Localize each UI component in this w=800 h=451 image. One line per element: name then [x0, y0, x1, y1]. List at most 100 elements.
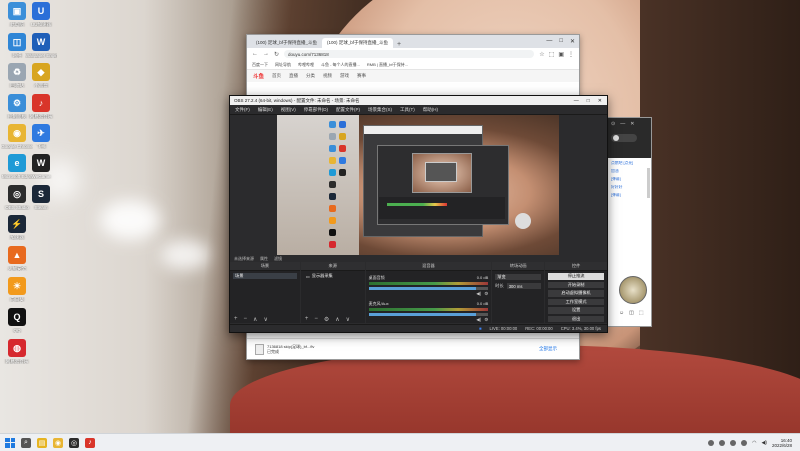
minimize-button[interactable]: —: [546, 38, 552, 45]
bookmark-item[interactable]: 百度一下: [252, 62, 268, 68]
tray-icon[interactable]: [719, 439, 726, 446]
close-button[interactable]: ✕: [570, 38, 575, 45]
download-item[interactable]: 7136818 skip(足球)_bf...flv 已完成: [247, 343, 314, 355]
menu-tools[interactable]: 工具(T): [400, 107, 415, 113]
menu-view[interactable]: 视图(V): [281, 107, 296, 113]
desktop-icon[interactable]: U UU加速器: [25, 2, 57, 27]
move-up-button[interactable]: ∧: [335, 316, 339, 323]
stop-streaming-button[interactable]: 停止推流: [548, 273, 604, 280]
site-nav-item[interactable]: 首页: [272, 73, 281, 79]
bookmark-item[interactable]: 斗鱼 - 每个人的直播...: [321, 62, 360, 68]
site-nav-item[interactable]: 赛事: [357, 73, 366, 79]
studio-mode-button[interactable]: 工作室模式: [548, 298, 604, 305]
more-icon[interactable]: ⬚: [639, 310, 644, 316]
bookmark-item[interactable]: 哔哩哔哩: [298, 62, 314, 68]
volume-slider[interactable]: [368, 287, 489, 290]
bookmark-item[interactable]: RMB | 直播_bf于保持...: [367, 62, 408, 68]
site-logo[interactable]: 斗鱼: [253, 72, 264, 80]
settings-button[interactable]: 设置: [548, 307, 604, 314]
forward-icon[interactable]: →: [263, 51, 269, 57]
volume-icon[interactable]: ◀): [761, 440, 767, 446]
close-icon[interactable]: ✕: [630, 121, 634, 127]
menu-help[interactable]: 帮助(H): [423, 107, 438, 113]
desktop-icon[interactable]: Q QQ: [1, 308, 33, 333]
desktop-icon[interactable]: ◍ 网易云音乐: [1, 339, 33, 364]
desktop-icon[interactable]: W Wallpaper Engine: [25, 33, 57, 58]
close-button[interactable]: ✕: [598, 98, 602, 104]
add-scene-button[interactable]: +: [234, 316, 238, 322]
emoji-icon[interactable]: ☺: [619, 310, 624, 316]
obs-window[interactable]: OBS 27.2.4 (64-bit, windows) - 配置文件: 未命名…: [229, 95, 608, 333]
tray-icon[interactable]: [708, 439, 715, 446]
desktop-icon[interactable]: ♪ 网易云音乐: [25, 94, 57, 119]
file-explorer-icon[interactable]: ▤: [37, 437, 47, 448]
new-tab-button[interactable]: +: [393, 41, 405, 48]
search-icon[interactable]: ⌕: [21, 437, 31, 448]
desktop-icon[interactable]: W WeGame: [25, 154, 57, 179]
menu-icon[interactable]: ⋮: [568, 51, 574, 58]
desktop-icon[interactable]: ⚡ 加速器: [1, 215, 33, 240]
chat-scrollbar[interactable]: [647, 168, 650, 198]
remove-source-button[interactable]: −: [314, 316, 318, 322]
speaker-icon[interactable]: ◀): [476, 291, 481, 297]
add-source-button[interactable]: +: [305, 316, 309, 322]
site-nav-item[interactable]: 直播: [289, 73, 298, 79]
speaker-icon[interactable]: ◀): [476, 317, 481, 323]
maximize-button[interactable]: □: [587, 98, 590, 104]
taskbar-clock[interactable]: 16:40 2022/6/28: [772, 438, 792, 448]
menu-file[interactable]: 文件(F): [235, 107, 250, 113]
transition-select[interactable]: 渐变: [495, 274, 542, 280]
address-bar[interactable]: douyu.com/7136818: [284, 50, 535, 58]
minimize-button[interactable]: —: [574, 98, 579, 104]
volume-slider[interactable]: [368, 313, 489, 316]
menu-scene-collection[interactable]: 场景集合(S): [368, 107, 392, 113]
start-virtual-camera-button[interactable]: 启动虚拟摄像机: [548, 290, 604, 297]
chat-window[interactable]: ⊙ — ✕ 点燃吧 [点亮] 加油 [弹幕] 好好好 [弹幕] ☺ ◫ ⬚: [606, 117, 652, 327]
site-nav-item[interactable]: 分类: [306, 73, 315, 79]
source-item[interactable]: ▭ 显示器采集: [304, 273, 362, 279]
bookmark-star-icon[interactable]: ☆: [539, 51, 544, 58]
maximize-button[interactable]: □: [559, 38, 563, 45]
gear-icon[interactable]: ⚙: [484, 317, 488, 323]
back-icon[interactable]: ←: [252, 51, 258, 57]
bookmark-item[interactable]: 网址导航: [275, 62, 291, 68]
start-recording-button[interactable]: 开始录制: [548, 281, 604, 288]
menu-profile[interactable]: 配置文件(P): [336, 107, 360, 113]
desktop-icon[interactable]: ☀ 向日葵: [1, 277, 33, 302]
reload-icon[interactable]: ↻: [274, 51, 279, 58]
desktop-icon[interactable]: ◆ 小黑盒: [25, 63, 57, 88]
source-settings-icon[interactable]: ⚙: [324, 316, 329, 323]
netease-icon[interactable]: ♪: [85, 437, 95, 448]
scene-item[interactable]: 场景: [233, 273, 297, 279]
extensions-icon[interactable]: ⬚: [549, 51, 555, 58]
remove-scene-button[interactable]: −: [244, 316, 248, 322]
desktop-icon[interactable]: S Steam: [25, 185, 57, 210]
move-down-button[interactable]: ∨: [263, 316, 267, 323]
move-down-button[interactable]: ∨: [346, 316, 350, 323]
start-button[interactable]: [5, 437, 15, 448]
obs-icon[interactable]: ◎: [69, 437, 79, 448]
desktop-icon[interactable]: ▲ 火绒安全: [1, 246, 33, 271]
chat-toggle[interactable]: [611, 134, 637, 142]
site-nav-item[interactable]: 视频: [323, 73, 332, 79]
browser-tab[interactable]: (100) 足球_bf于保持直播_斗鱼: [251, 38, 322, 48]
menu-edit[interactable]: 编辑(E): [258, 107, 273, 113]
exit-button[interactable]: 退出: [548, 315, 604, 322]
site-nav-item[interactable]: 游戏: [340, 73, 349, 79]
minimize-icon[interactable]: —: [620, 121, 625, 127]
menu-docks[interactable]: 停靠部件(D): [304, 107, 328, 113]
gear-icon[interactable]: ⚙: [484, 291, 488, 297]
chrome-icon[interactable]: ◉: [53, 437, 63, 448]
desktop-icon[interactable]: ✈ 飞书: [25, 124, 57, 149]
show-all-downloads-link[interactable]: 全部显示: [539, 346, 557, 352]
duration-input[interactable]: 300 ms: [506, 283, 542, 289]
pin-icon[interactable]: ⊙: [611, 121, 615, 127]
tray-icon[interactable]: [730, 439, 737, 446]
gift-icon[interactable]: ◫: [629, 310, 634, 316]
browser-tab-active[interactable]: (100) 足球_bf于保持直播_斗鱼: [322, 38, 394, 48]
tray-icon[interactable]: [741, 439, 748, 446]
obs-preview[interactable]: [277, 115, 559, 255]
move-up-button[interactable]: ∧: [253, 316, 257, 323]
profile-icon[interactable]: ▣: [558, 51, 564, 58]
wifi-icon[interactable]: ◠: [752, 440, 756, 446]
